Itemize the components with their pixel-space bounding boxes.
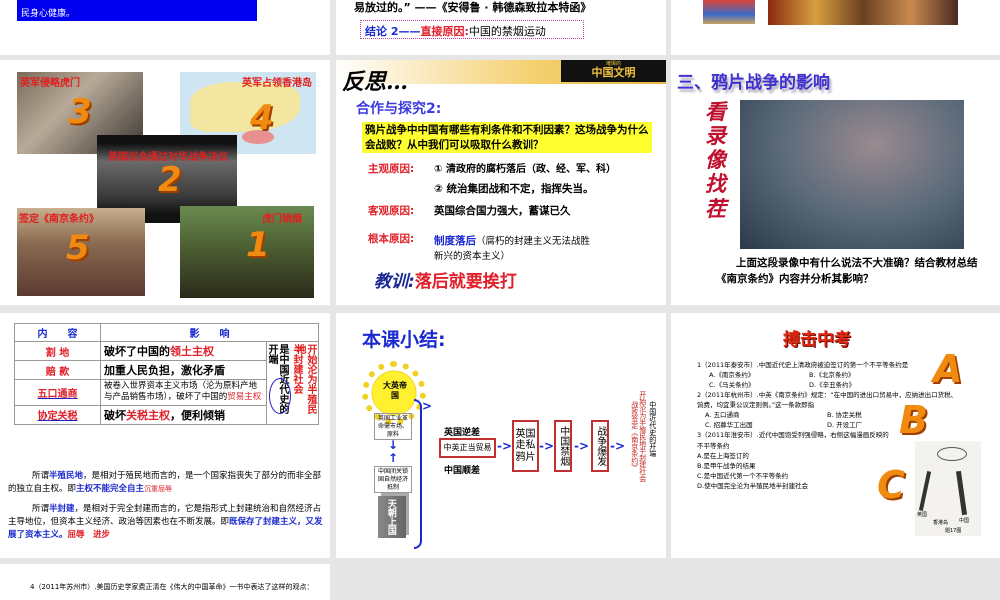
letter-a: A bbox=[933, 347, 963, 391]
arrow-up-icon: ↑ bbox=[388, 451, 399, 465]
subtitle: 合作与探究2: bbox=[356, 101, 442, 117]
exam-title: 搏击中考 bbox=[783, 330, 851, 350]
arrow-right-icon: -> bbox=[539, 439, 555, 453]
letter-b: B bbox=[899, 398, 928, 442]
paragraph-semi-feudal: 所谓半封建，是相对于完全封建而言的，它是指形式上封建统治和自然经济占主导地位，但… bbox=[8, 504, 323, 541]
slide-thumbnail-prev-2[interactable]: 易放过的。” ——《安得鲁 · 韩德森致拉本特函》 结论 2——直接原因:中国的… bbox=[336, 0, 666, 55]
blue-text-box: 民身心健康。 bbox=[17, 0, 257, 21]
arrow-right-icon: -> bbox=[610, 439, 626, 453]
slide-thumbnail-table[interactable]: 内 容影 响 割 地破坏了中国的领土主权 开始沦为半殖民地 半封建社会 是中国近… bbox=[0, 313, 330, 558]
paragraph-semi-colonial: 所谓半殖民地，是相对于殖民地而言的，是一个国家指丧失了部分的而非全部的独立自主权… bbox=[8, 471, 322, 495]
number-5: 5 bbox=[66, 228, 90, 268]
box-closed-door: 中国闭关锁国自然经济抵制 bbox=[374, 466, 412, 494]
chinese-civilization-banner: 璀璨的 中国文明 bbox=[561, 60, 666, 82]
result-treaty: 战败签定《南京条约》 bbox=[630, 401, 639, 471]
arrow-right-icon: -> bbox=[574, 439, 590, 453]
summary-title: 本课小结: bbox=[362, 329, 446, 351]
box-legal-trade: 中英正当贸易 bbox=[439, 438, 496, 458]
slide-thumbnail-prev-3[interactable] bbox=[671, 0, 1000, 55]
video-sea-image bbox=[740, 100, 964, 249]
side-cell: 开始沦为半殖民地 半封建社会 是中国近代史的开端 bbox=[266, 341, 319, 425]
side-title: 看录像找茬 bbox=[705, 100, 726, 221]
arrow-right-icon: -> bbox=[497, 439, 513, 453]
circle-mark bbox=[269, 378, 291, 414]
box-opium-ban: 中国禁烟 bbox=[554, 420, 572, 472]
letter-c: C bbox=[877, 463, 905, 507]
impact-question: 上面这段录像中有什么说法不大准确？结合教材总结《南京条约》内容并分析其影响？ bbox=[716, 257, 978, 285]
result-semi-colonial: 开始沦为半殖民地半封建社会 bbox=[638, 391, 647, 482]
conclusion-box: 结论 2——直接原因:中国的禁烟运动 bbox=[360, 20, 584, 39]
box-smuggling: 英国走私鸦片 bbox=[512, 420, 539, 472]
number-2: 2 bbox=[158, 160, 182, 200]
slide-thumbnail-summary[interactable]: 本课小结: 大英帝国 英国工业革命需市场、原料 ↓ ↑ 中国闭关锁国自然经济抵制… bbox=[336, 313, 666, 558]
number-3: 3 bbox=[68, 92, 92, 132]
caption-humen-battle: 英军侵略虎门 bbox=[20, 78, 80, 89]
question-box: 鸦片战争中中国有哪些有利条件和不利因素？这场战争为什么会战败？从中我们可以吸取什… bbox=[362, 122, 652, 154]
causes-list: 主观原因: ① 清政府的腐朽落后（政、经、军、科） ② 统治集团战和不定，指挥失当… bbox=[368, 163, 616, 262]
slide-thumbnail-reflect[interactable]: 反思… 璀璨的 中国文明 合作与探究2: 鸦片战争中中国有哪些有利条件和不利因素… bbox=[336, 60, 666, 305]
caption-hongkong: 英军占领香港岛 bbox=[242, 78, 312, 89]
caption-treaty: 签定《南京条约》 bbox=[19, 214, 99, 225]
cartoon-image bbox=[703, 0, 755, 24]
cartoon-image: 英国 香港岛 中国 题17图 bbox=[915, 441, 981, 536]
caption-opium: 虎门销烟 bbox=[262, 214, 302, 225]
box-war: 战争爆发 bbox=[591, 420, 609, 472]
slide-thumbnail-impact[interactable]: 三、鸦片战争的影响 看录像找茬 上面这段录像中有什么说法不大准确？结合教材总结《… bbox=[671, 60, 1000, 305]
reflect-title: 反思… bbox=[342, 69, 409, 95]
film-poster-image bbox=[768, 0, 958, 25]
impact-title: 三、鸦片战争的影响 bbox=[677, 73, 830, 93]
slide-thumbnail-prev-1[interactable]: 民身心健康。 bbox=[0, 0, 330, 55]
label-china-surplus: 中国顺差 bbox=[444, 466, 481, 476]
quote-text: 易放过的。” ——《安得鲁 · 韩德森致拉本特函》 bbox=[354, 1, 592, 14]
number-4: 4 bbox=[250, 98, 274, 138]
arrow-down-icon: ↓ bbox=[388, 438, 399, 452]
slide-thumbnail-next[interactable]: 4（2011年苏州市）.美国历史学家费正清在《伟大的中国革命》一书中表达了这样的… bbox=[0, 564, 330, 600]
brace bbox=[414, 399, 422, 549]
box-industrial-revolution: 英国工业革命需市场、原料 bbox=[374, 413, 412, 441]
number-1: 1 bbox=[246, 225, 270, 265]
arrow-right-icon: > bbox=[422, 399, 433, 413]
treaty-impact-table: 内 容影 响 割 地破坏了中国的领土主权 开始沦为半殖民地 半封建社会 是中国近… bbox=[14, 323, 319, 425]
sun-label: 大英帝国 bbox=[383, 381, 407, 400]
slide-thumbnail-exam[interactable]: 搏击中考 1（2011年泰安市）.中国近代史上清政府被迫签订的第一个不平等条约是… bbox=[671, 313, 1000, 558]
question-4: 4（2011年苏州市）.美国历史学家费正清在《伟大的中国革命》一书中表达了这样的… bbox=[30, 583, 314, 591]
result-modern-history: 中国近代史的开端 bbox=[648, 401, 657, 457]
slide-thumbnail-events[interactable]: 英军侵略虎门 3 英军占领香港岛 4 英国议会通过对华战争决议 2 签定《南京条… bbox=[0, 60, 330, 305]
label-britain-deficit: 英国逆差 bbox=[444, 428, 481, 438]
lesson: 教训:落后就要挨打 bbox=[374, 272, 517, 292]
